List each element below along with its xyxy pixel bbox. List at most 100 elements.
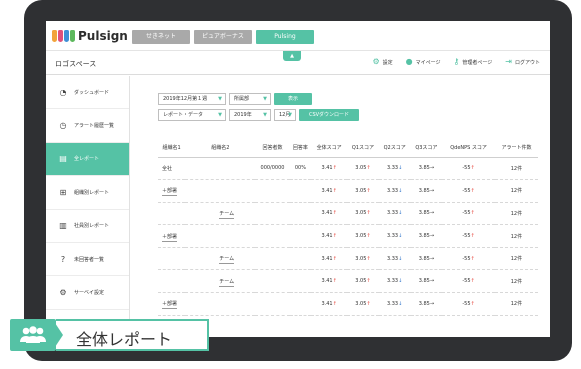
org1-cell: ＋部署 — [158, 292, 186, 316]
alerts-cell: 12件 — [494, 202, 538, 226]
sidebar-item[interactable]: ⊞ 組織別レポート — [46, 176, 129, 210]
space-name: ロゴスペース — [55, 60, 97, 68]
q3-score-cell: 3.85→ — [410, 292, 443, 316]
score-value: 3.33 — [386, 165, 399, 172]
trend-up-icon: ↑ — [332, 255, 337, 262]
q2-score-cell: 3.33↓ — [378, 224, 411, 248]
expand-group-link[interactable]: ＋部署 — [162, 301, 178, 310]
nps-score-cell: -55↑ — [442, 179, 495, 203]
sidebar-item[interactable]: ◷ アラート履歴一覧 — [46, 109, 129, 143]
sidebar-item[interactable]: ▤ 全レポート — [46, 142, 129, 177]
total-score-cell: 3.41↑ — [311, 269, 348, 294]
sidebar-item[interactable]: ◔ ダッシュボード — [46, 76, 129, 110]
trend-down-icon: ↓ — [398, 210, 403, 217]
trend-up-icon: ↑ — [366, 210, 371, 217]
trend-up-icon: ↑ — [366, 278, 371, 285]
collapse-caret-icon[interactable]: ▲ — [283, 51, 301, 61]
csv-download-button[interactable]: CSVダウンロード — [299, 109, 359, 121]
sidebar: ◔ ダッシュボード ◷ アラート履歴一覧 ▤ 全レポート ⊞ 組織別レポート ▥ 社員別レポート?… — [46, 76, 130, 337]
score-value: 3.41 — [321, 187, 333, 194]
account-nav-link[interactable]: ⚙ 設定 — [372, 58, 392, 66]
respondents-cell — [255, 202, 290, 226]
team-link[interactable]: チーム — [219, 256, 235, 265]
score-value: 3.85 — [418, 233, 430, 240]
top-nav-tab[interactable]: せきネット — [132, 30, 190, 44]
score-value: 3.85 — [418, 278, 430, 285]
sidebar-item-label: サーベイ設定 — [74, 290, 105, 297]
trend-down-icon: ↓ — [398, 255, 403, 262]
trend-up-icon: ↑ — [366, 255, 371, 262]
alerts-cell: 12件 — [494, 292, 538, 316]
score-value: 3.41 — [321, 300, 333, 307]
q3-score-cell: 3.85→ — [410, 179, 443, 203]
dashboard-icon: ◔ — [59, 87, 67, 97]
trend-up-icon: ↑ — [332, 210, 337, 217]
nps-score-cell: -55↑ — [442, 202, 495, 226]
trend-up-icon: ↑ — [470, 210, 475, 217]
table-row: チーム 3.41↑ 3.05↑ 3.33↓ 3.85→ -55↑ 12件 — [158, 202, 538, 226]
sidebar-item[interactable]: ⚙ サーベイ設定 — [46, 276, 129, 310]
stage: Pulsign せきネット ピュアボーナス Pulsing ロゴスペース ▲ ⚙ 設定… — [0, 0, 581, 369]
q1-score-cell: 3.05↑ — [347, 292, 379, 316]
score-value: 3.41 — [321, 210, 333, 217]
score-value: 3.05 — [355, 255, 367, 262]
period-select[interactable]: 2019年12月第１週 ▼ — [158, 93, 226, 105]
trend-flat-icon: → — [429, 300, 435, 307]
q1-score-cell: 3.05↑ — [347, 247, 379, 271]
report-type-select[interactable]: レポート・データ ▼ — [158, 109, 226, 121]
sidebar-item[interactable]: ? 未回答者一覧 — [46, 243, 129, 277]
show-button[interactable]: 表示 — [274, 93, 312, 105]
top-nav-tab[interactable]: ピュアボーナス — [194, 30, 252, 44]
app-name: Pulsign — [78, 29, 128, 43]
table-row: チーム 3.41↑ 3.05↑ 3.33↓ 3.85→ -55↑ 12件 — [158, 247, 538, 271]
table-row: チーム 3.41↑ 3.05↑ 3.33↓ 3.85→ -55↑ 12件 — [158, 269, 538, 294]
alerts-cell: 12件 — [494, 224, 538, 248]
trend-down-icon: ↓ — [398, 233, 403, 240]
account-nav-link[interactable]: ● マイページ — [406, 58, 441, 66]
chevron-down-icon: ▼ — [218, 96, 222, 102]
section-label-text: 全体レポート — [76, 330, 173, 349]
expand-group-link[interactable]: ＋部署 — [162, 188, 178, 197]
total-score-cell: 3.41↑ — [311, 157, 348, 181]
alerts-cell: 12件 — [494, 179, 538, 203]
score-value: 3.33 — [386, 187, 399, 194]
team-link[interactable]: チーム — [219, 278, 235, 287]
filter-panel: 2019年12月第１週 ▼ 所属部 ▼ 表示 レポート・データ ▼ 2019年 ▼ 12… — [158, 93, 359, 125]
column-header: QdeNPS スコア — [442, 139, 495, 158]
table-body: 全社 000/0000 00% 3.41↑ 3.05↑ 3.33↓ 3.85→ -55↑ 12件… — [158, 157, 538, 316]
org1-cell — [158, 247, 186, 271]
account-nav-label: マイページ — [415, 59, 441, 66]
total-score-cell: 3.41↑ — [311, 202, 348, 226]
total-score-cell: 3.41↑ — [311, 224, 348, 248]
user-icon: ● — [405, 57, 413, 66]
score-value: 3.85 — [418, 187, 430, 194]
sidebar-item-label: アラート履歴一覧 — [74, 123, 115, 130]
account-nav-link[interactable]: ⚷ 管理者ページ — [454, 58, 493, 66]
q3-score-cell: 3.85→ — [410, 202, 443, 226]
trend-up-icon: ↑ — [366, 187, 371, 194]
app-logo[interactable]: Pulsign — [52, 27, 128, 45]
year-select[interactable]: 2019年 ▼ — [229, 109, 271, 121]
nps-score-cell: -55↑ — [442, 157, 495, 181]
top-bar: Pulsign せきネット ピュアボーナス Pulsing — [46, 21, 550, 51]
org-select[interactable]: 所属部 ▼ — [229, 93, 271, 105]
expand-group-link[interactable]: ＋部署 — [162, 233, 178, 242]
month-select[interactable]: 12月 ▼ — [274, 109, 296, 121]
logo-icon — [52, 30, 75, 42]
team-link[interactable]: チーム — [219, 210, 235, 219]
trend-up-icon: ↑ — [470, 255, 475, 262]
score-value: 3.41 — [321, 233, 333, 240]
score-value: 3.41 — [321, 255, 333, 262]
nps-score-cell: -55↑ — [442, 247, 495, 271]
trend-up-icon: ↑ — [332, 187, 337, 194]
score-value: 3.85 — [418, 255, 430, 262]
sidebar-item[interactable]: ▥ 社員別レポート — [46, 210, 129, 243]
top-nav-tab[interactable]: Pulsing — [256, 30, 314, 44]
column-header: Q3スコア — [410, 139, 443, 158]
nps-score-cell: -55↑ — [442, 292, 495, 316]
org-chart-icon: ⊞ — [59, 187, 67, 197]
score-value: 3.05 — [355, 233, 367, 240]
account-nav-link[interactable]: ⇥ ログアウト — [505, 58, 540, 66]
score-value: 3.33 — [386, 233, 399, 240]
score-value: -55 — [462, 278, 471, 285]
